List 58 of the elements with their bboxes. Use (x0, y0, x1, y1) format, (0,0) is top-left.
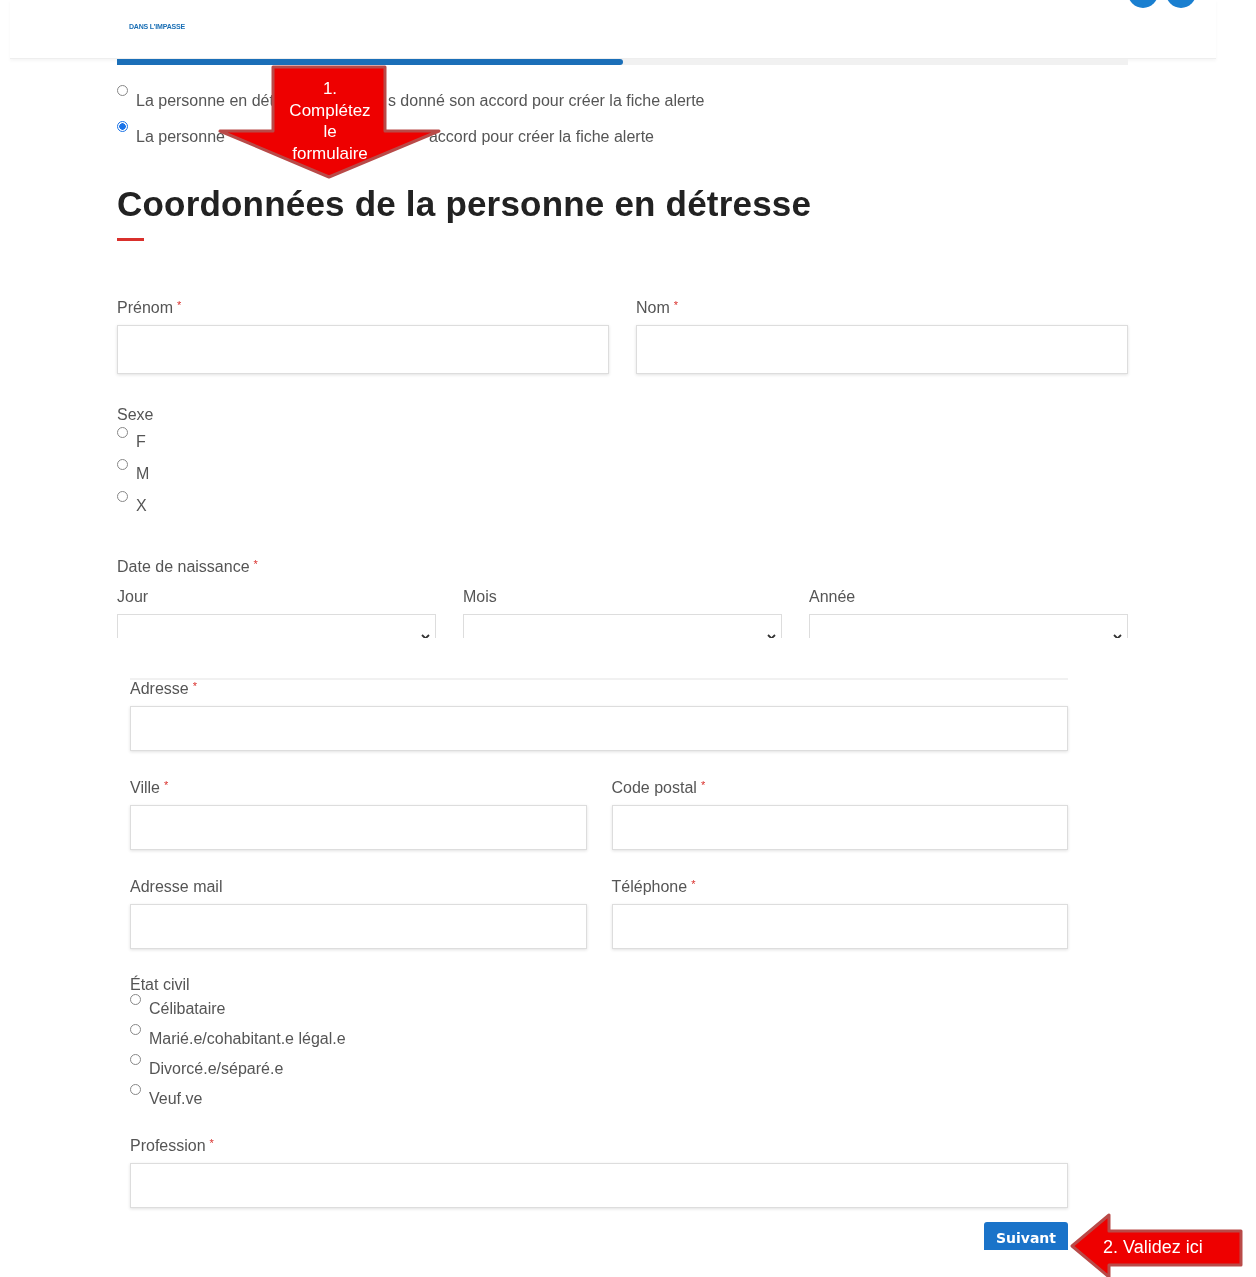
required-mark: * (253, 558, 258, 570)
input-field[interactable] (611, 904, 1068, 949)
radio-button[interactable] (130, 1054, 141, 1065)
option-text: s donné son accord pour créer la fiche alerte (387, 92, 705, 110)
radio-button[interactable] (117, 491, 128, 502)
section-title: Coordonnées de la personne en détresse (117, 184, 813, 224)
input-field[interactable] (130, 904, 587, 949)
required-mark: * (163, 779, 169, 791)
input-field[interactable] (130, 805, 587, 850)
input-field[interactable] (130, 706, 1068, 751)
field-label: Jour (117, 588, 150, 606)
input-field[interactable] (130, 1163, 1068, 1208)
callout-text: 1. Complétez le formulaire (288, 78, 372, 164)
field-label: Date de naissance (117, 558, 250, 576)
input-field[interactable] (611, 805, 1068, 850)
field-label: État civil (130, 976, 191, 994)
field-label: Sexe (117, 406, 155, 424)
required-mark: * (177, 299, 182, 311)
radio-button[interactable] (130, 1024, 141, 1035)
field-label: Mois (463, 588, 498, 606)
field-label: Nom (636, 299, 670, 317)
required-mark: * (700, 779, 706, 791)
required-mark: * (192, 680, 197, 692)
option-text: Veuf.ve (149, 1090, 203, 1108)
field-label: Prénom (117, 299, 174, 317)
field-label: Code postal (611, 779, 697, 797)
option-text: La personne (136, 128, 225, 146)
field-label: Adresse (130, 680, 189, 698)
radio-button[interactable] (117, 459, 128, 470)
radio-button[interactable] (130, 994, 141, 1005)
option-text: La personne en dét (136, 92, 274, 110)
callout-text: 2. Validez ici (1103, 1237, 1203, 1258)
field-label: Ville (130, 779, 160, 797)
select-field[interactable] (463, 614, 782, 638)
option-text: Divorcé.e/séparé.e (149, 1060, 284, 1078)
input-field[interactable] (636, 325, 1128, 374)
input-field[interactable] (117, 325, 609, 374)
option-text: Marié.e/cohabitant.e légal.e (149, 1030, 346, 1048)
field-label: Profession (130, 1137, 206, 1155)
option-text: Célibataire (149, 1000, 226, 1018)
title-underline (117, 238, 144, 241)
required-mark: * (209, 1137, 214, 1149)
field-label: Adresse mail (130, 878, 223, 896)
option-text: accord pour créer la fiche alerte (428, 128, 654, 146)
option-text: M (136, 465, 150, 483)
required-mark: * (673, 299, 679, 311)
radio-button[interactable] (117, 85, 128, 96)
select-field[interactable] (809, 614, 1128, 638)
radio-button[interactable] (130, 1084, 141, 1095)
select-field[interactable] (117, 614, 436, 638)
next-button[interactable]: Suivant (983, 1222, 1068, 1250)
field-label: Année (809, 588, 857, 606)
radio-button[interactable] (117, 121, 128, 132)
field-label: Téléphone (611, 878, 688, 896)
option-text: X (136, 497, 147, 515)
required-mark: * (691, 878, 696, 890)
option-text: F (136, 433, 146, 451)
radio-button[interactable] (117, 427, 128, 438)
